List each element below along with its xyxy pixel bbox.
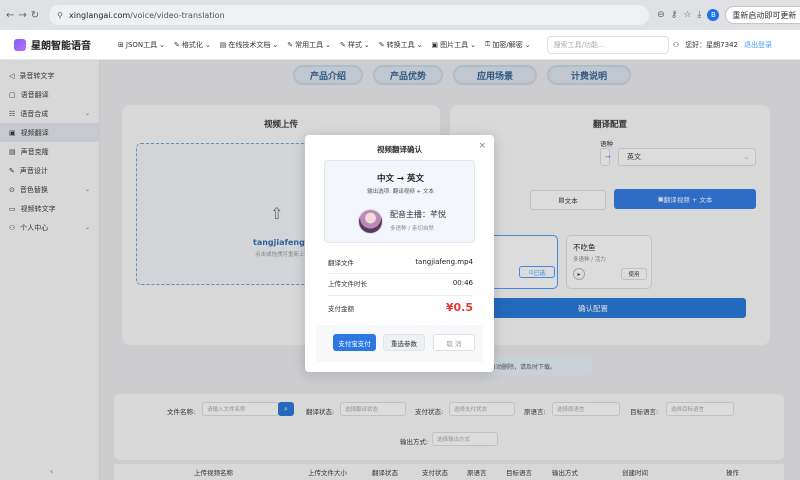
menu-icon: ✎: [378, 40, 385, 49]
menu-format[interactable]: ✎ 格式化 ⌄: [174, 40, 211, 50]
menu-icon: ▤: [219, 40, 227, 49]
url-host: xinglangai.com: [69, 10, 131, 20]
amount-row: 支付金额 ¥0.5: [328, 301, 473, 314]
duration-row: 上传文件时长 00:46: [328, 278, 473, 288]
menu-json-tools[interactable]: ⊞ JSON工具 ⌄: [118, 40, 165, 50]
user-greeting: 您好：星朗7342: [685, 40, 738, 49]
menu-label: 在线技术文档: [228, 40, 271, 49]
chevron-down-icon: ⌄: [159, 40, 166, 49]
amount-label: 支付金额: [328, 304, 354, 313]
menu-label: 样式: [347, 40, 362, 49]
menu-label: 转换工具: [386, 40, 415, 49]
menu-icon: ⚿: [485, 40, 491, 48]
alipay-pay-button[interactable]: 支付宝支付: [333, 334, 376, 351]
duration-label: 上传文件时长: [328, 280, 367, 288]
menu-label: 格式化: [181, 40, 203, 49]
amount-value: ¥0.5: [445, 301, 473, 314]
menu-convert-tools[interactable]: ✎ 转换工具 ⌄: [379, 40, 423, 50]
chevron-down-icon: ⌄: [204, 40, 211, 49]
menu-style[interactable]: ✎ 样式 ⌄: [340, 40, 370, 50]
cancel-button[interactable]: 取 消: [433, 334, 475, 351]
url-path: /voice/video-translation: [130, 10, 225, 20]
divider: [328, 295, 473, 296]
password-key-icon[interactable]: ⚷: [671, 10, 678, 20]
menu-label: JSON工具: [125, 40, 158, 49]
menu-icon: ✎: [174, 40, 180, 49]
video-translate-confirm-dialog: 视频翻译确认 × 中文 → 英文 输出选项: 翻译视频 + 文本 配音主播：芊悦…: [305, 135, 494, 372]
top-menu: ⊞ JSON工具 ⌄ ✎ 格式化 ⌄ ▤ 在线技术文档 ⌄ ✎ 常用工具 ⌄ ✎ 样式 ⌄ ✎ 转换工…: [118, 40, 531, 50]
menu-icon: ▣: [431, 40, 439, 49]
output-option: 输出选项: 翻译视频 + 文本: [367, 189, 434, 195]
logout-link[interactable]: 退出登录: [744, 40, 772, 50]
file-label: 翻译文件: [328, 259, 354, 267]
profile-avatar[interactable]: B: [707, 9, 720, 21]
file-value: tangjiafeng.mp4: [415, 258, 473, 266]
brand-logo-icon: [14, 38, 26, 51]
menu-label: 图片工具: [440, 40, 469, 49]
brand-name: 星朗智能语音: [31, 41, 91, 52]
chevron-down-icon: ⌄: [272, 40, 279, 49]
menu-label: 常用工具: [295, 40, 324, 49]
dialog-title: 视频翻译确认: [377, 145, 422, 154]
restart-update-label: 重新启动即可更新: [732, 10, 797, 20]
chevron-down-icon: ⌄: [416, 40, 423, 49]
menu-label: 加密/解密: [492, 40, 523, 49]
reselect-params-button[interactable]: 重选参数: [383, 334, 425, 351]
user-icon: ⚇: [672, 40, 680, 49]
language-pair: 中文 → 英文: [376, 174, 425, 184]
menu-common-tools[interactable]: ✎ 常用工具 ⌄: [287, 40, 331, 50]
bookmark-star-icon[interactable]: ☆: [683, 10, 691, 20]
host-avatar: [358, 209, 383, 234]
duration-value: 00:46: [452, 279, 473, 287]
back-icon[interactable]: ←: [6, 8, 14, 22]
chevron-down-icon: ⌄: [524, 40, 531, 49]
file-row: 翻译文件 tangjiafeng.mp4: [328, 257, 473, 267]
divider: [328, 273, 473, 274]
menu-docs[interactable]: ▤ 在线技术文档 ⌄: [220, 40, 279, 50]
download-icon[interactable]: ⤓: [697, 10, 701, 20]
dialog-footer: 支付宝支付 重选参数 取 消: [316, 325, 483, 362]
voice-host-desc: 多语种 / 亲切自然: [390, 226, 434, 232]
chevron-down-icon: ⌄: [363, 40, 370, 49]
menu-icon: ✎: [340, 40, 346, 49]
menu-icon: ⊞: [118, 40, 124, 49]
menu-encrypt[interactable]: ⚿ 加密/解密 ⌄: [485, 40, 531, 50]
menu-icon: ✎: [287, 40, 294, 49]
site-info-icon[interactable]: ⚲: [57, 11, 63, 20]
restart-update-button[interactable]: 重新启动即可更新 ⋮: [725, 6, 800, 24]
voice-host-name: 配音主播：芊悦: [390, 210, 446, 219]
reload-icon[interactable]: ↻: [31, 8, 39, 22]
close-icon[interactable]: ×: [478, 141, 486, 151]
user-area: ⚇ 您好：星朗7342 退出登录: [673, 40, 800, 50]
translation-summary: 中文 → 英文 输出选项: 翻译视频 + 文本 配音主播：芊悦 多语种 / 亲切…: [324, 160, 475, 243]
chevron-down-icon: ⌄: [470, 40, 477, 49]
brand[interactable]: 星朗智能语音: [0, 37, 112, 52]
tool-search-input[interactable]: 搜索工具/功能...: [546, 35, 669, 54]
zoom-icon[interactable]: ⊖: [657, 10, 665, 20]
forward-icon[interactable]: →: [18, 8, 26, 22]
browser-toolbar: ← → ↻ ⚲ xinglangai.com/voice/video-trans…: [0, 0, 800, 30]
address-bar[interactable]: ⚲ xinglangai.com/voice/video-translation: [49, 5, 650, 25]
app-header: 星朗智能语音 ⊞ JSON工具 ⌄ ✎ 格式化 ⌄ ▤ 在线技术文档 ⌄ ✎ 常用工具 ⌄ ✎ 样…: [0, 30, 800, 60]
chevron-down-icon: ⌄: [325, 40, 332, 49]
menu-image-tools[interactable]: ▣ 图片工具 ⌄: [432, 40, 477, 50]
